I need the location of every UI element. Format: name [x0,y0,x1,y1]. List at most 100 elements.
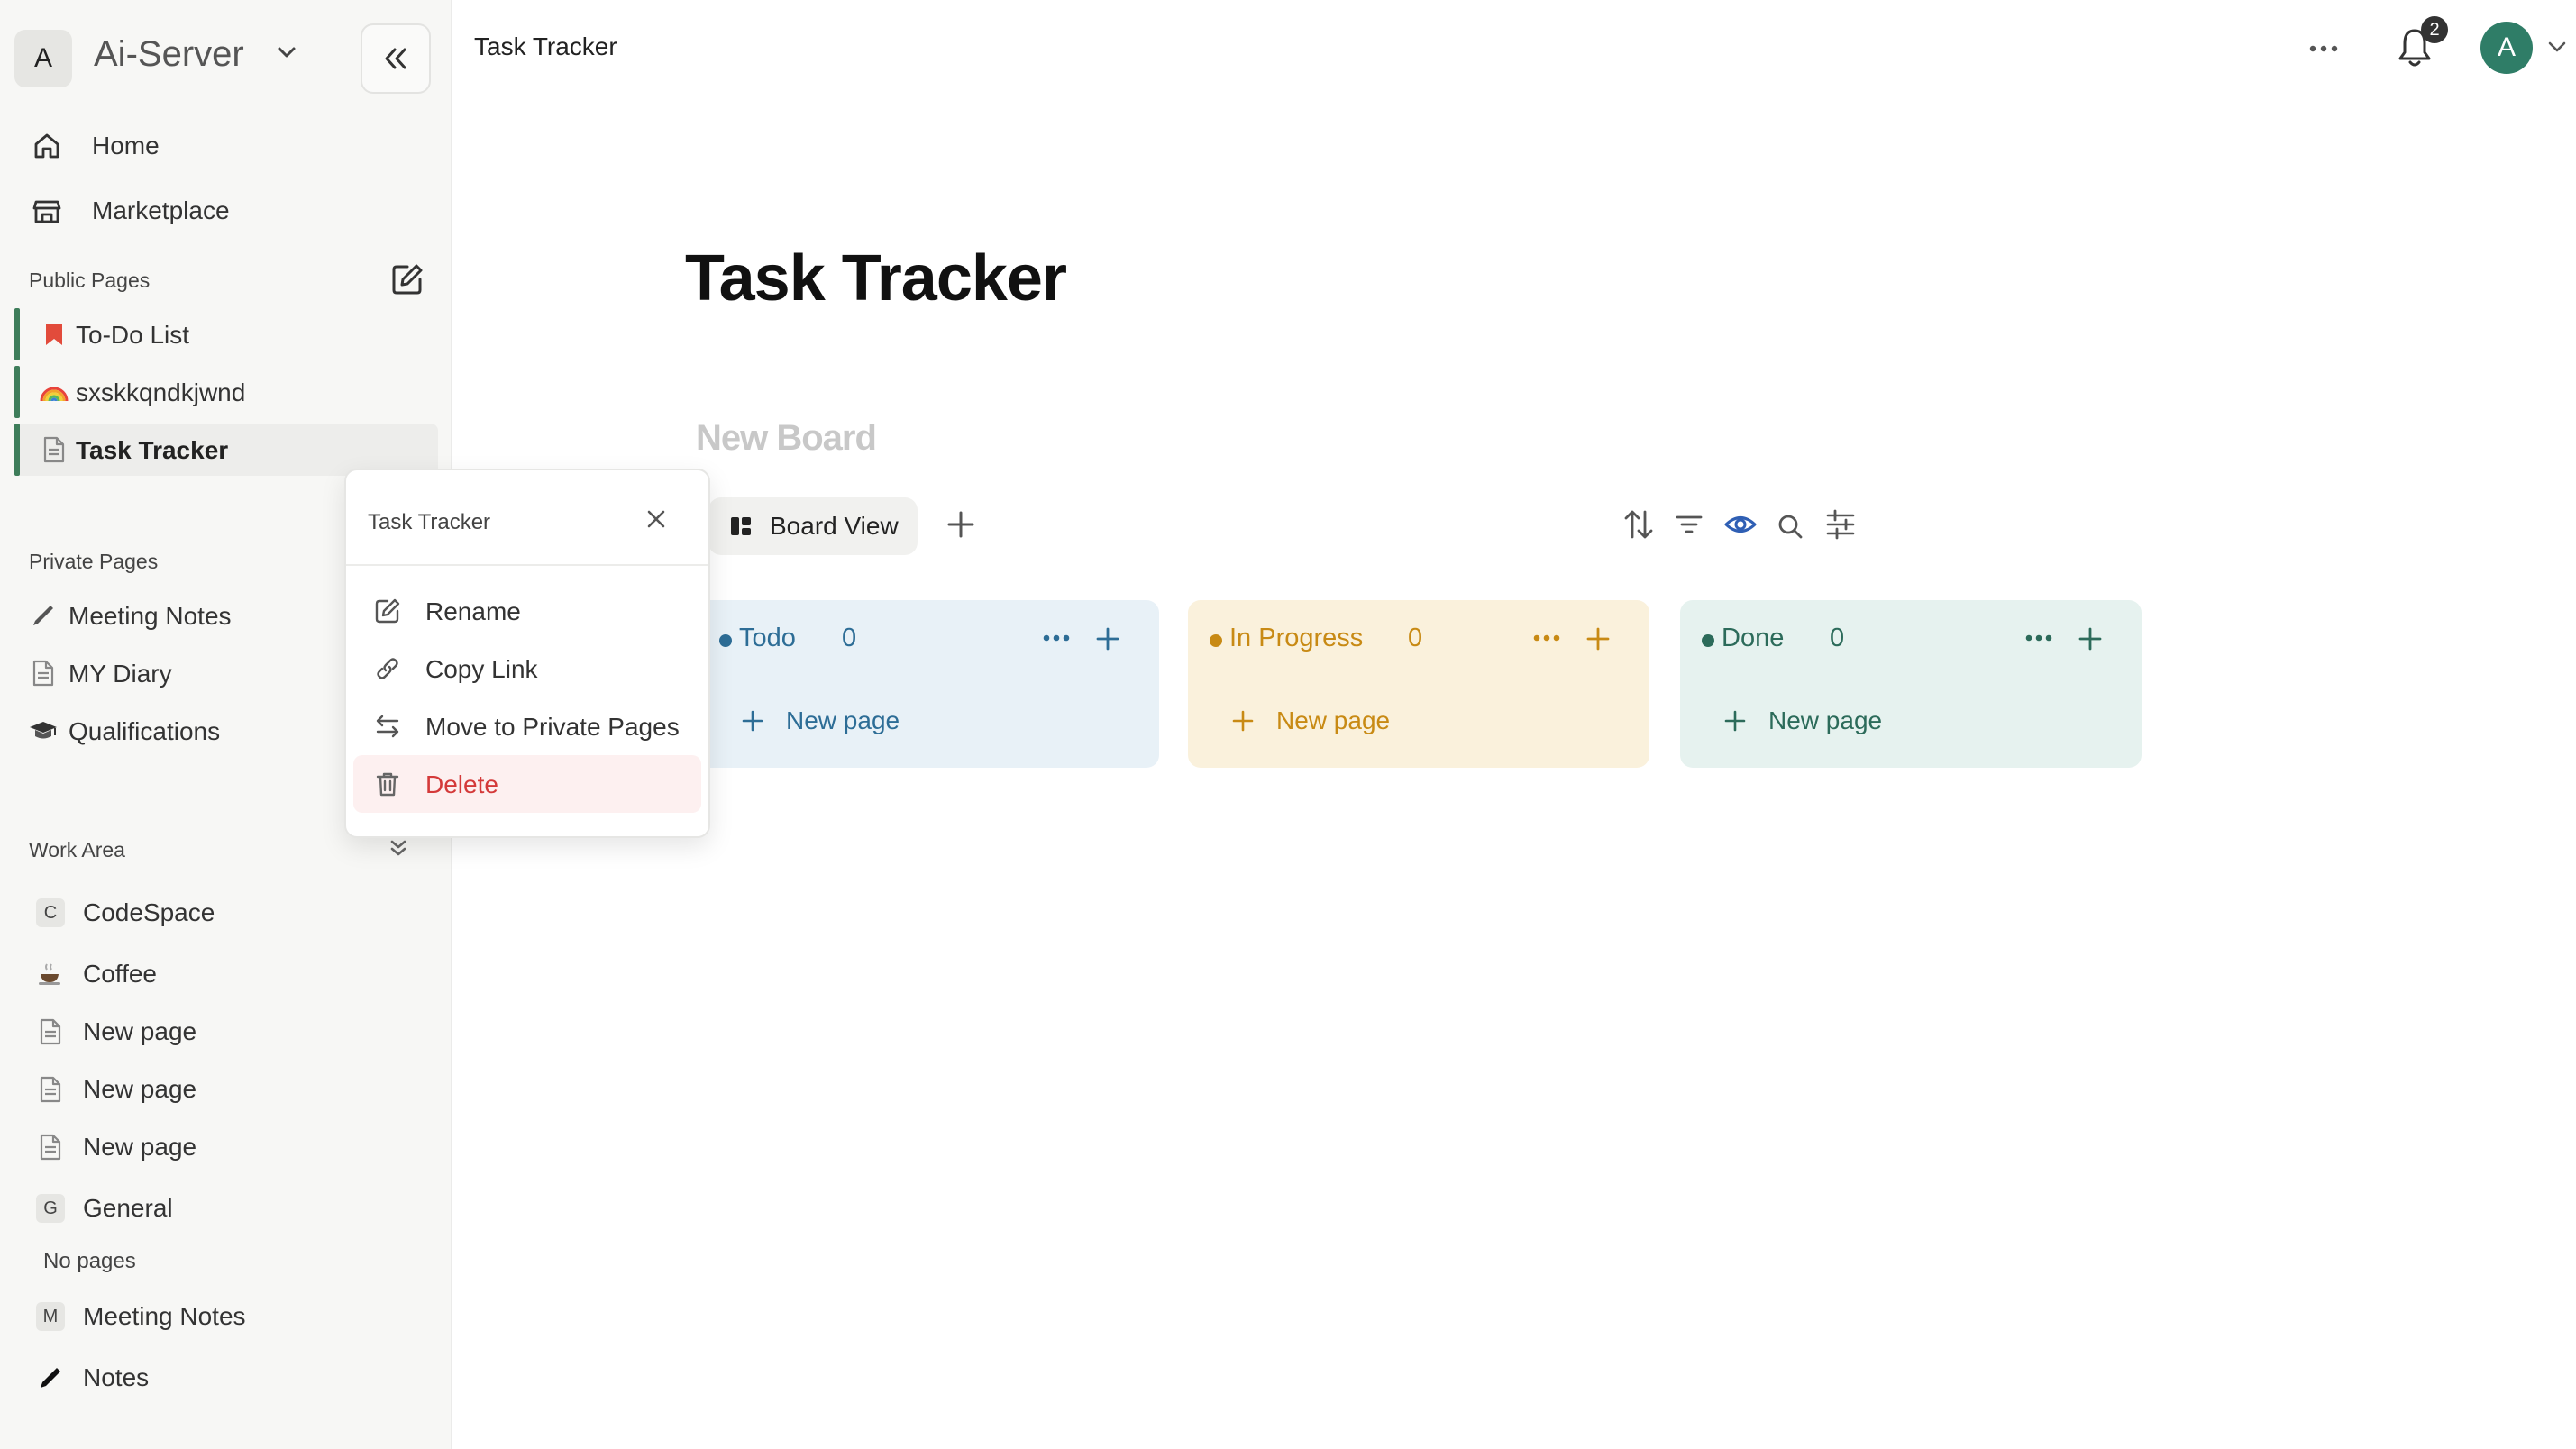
plus-icon [947,511,974,538]
double-chevron-left-icon [385,48,406,69]
sidebar-item-label: Task Tracker [76,436,229,464]
pen-icon [31,1358,70,1398]
status-dot [1210,634,1222,647]
sort-icon [1624,510,1653,539]
compose-icon [392,264,423,295]
sidebar-item-todo-list[interactable]: To-Do List [14,308,438,360]
divider [346,564,708,566]
column-title[interactable]: Done [1722,624,1784,653]
notification-count-badge: 2 [2421,16,2448,43]
plus-icon [1096,627,1119,651]
column-add-button[interactable] [1585,625,1612,652]
empty-pages-text: No pages [43,1249,136,1273]
new-page-button[interactable]: New page [1723,706,1882,735]
search-icon [1778,515,1803,539]
column-title[interactable]: In Progress [1229,624,1363,653]
store-icon [27,191,67,231]
workspace-name[interactable]: Ai-Server [94,34,244,75]
expand-work-area-button[interactable] [386,836,411,861]
sidebar-item-sxskkqndkjwnd[interactable]: sxskkqndkjwnd [14,366,438,418]
column-options-button[interactable] [1042,627,1071,649]
column-count: 0 [842,624,857,652]
menu-item-label: Copy Link [425,655,538,683]
sidebar-item-label: MY Diary [69,660,172,688]
nav-home[interactable]: Home [27,119,160,173]
coffee-icon [31,954,70,994]
tab-label: Board View [770,512,899,540]
close-icon [647,510,665,528]
status-dot [1702,634,1714,647]
column-count: 0 [1408,624,1423,652]
board-name-input[interactable]: New Board [696,418,877,459]
board-column-todo: Todo 0 New page [698,600,1159,768]
column-title[interactable]: Todo [739,624,796,653]
document-icon [31,1070,70,1109]
space-initial: G [36,1194,65,1223]
new-page-button[interactable]: New page [741,706,900,735]
add-view-button[interactable] [943,506,979,542]
menu-item-move-to-private[interactable]: Move to Private Pages [353,697,701,755]
plus-icon [742,710,763,732]
new-page-button[interactable] [389,261,425,297]
document-icon [31,1012,70,1052]
public-pages-heading: Public Pages [29,269,151,292]
collapse-sidebar-button[interactable] [361,23,431,94]
menu-item-copy-link[interactable]: Copy Link [353,640,701,697]
new-page-label: New page [786,706,900,734]
rainbow-icon [34,372,74,412]
board-column-done: Done 0 New page [1680,600,2142,768]
column-options-button[interactable] [1532,627,1561,649]
user-avatar[interactable]: A [2480,22,2533,74]
link-icon [373,654,402,683]
page-indicator [14,366,20,418]
new-page-label: New page [1276,706,1391,734]
workspace-avatar[interactable]: A [14,30,72,87]
sidebar-item-label: Coffee [83,960,157,988]
sidebar-item-label: sxskkqndkjwnd [76,378,246,406]
work-area-heading: Work Area [29,838,125,861]
filter-icon [1676,515,1703,533]
more-horizontal-icon [1043,634,1070,642]
chevron-down-icon[interactable] [2547,40,2567,54]
menu-item-label: Move to Private Pages [425,713,680,741]
filter-button[interactable] [1673,506,1705,542]
nav-marketplace[interactable]: Marketplace [27,184,230,238]
column-add-button[interactable] [1094,625,1121,652]
column-add-button[interactable] [2077,625,2104,652]
page-title[interactable]: Task Tracker [685,242,1067,315]
board-column-in-progress: In Progress 0 New page [1188,600,1649,768]
space-initial: C [36,898,65,927]
space-initial: M [36,1302,65,1331]
menu-item-delete[interactable]: Delete [353,755,701,813]
breadcrumb-title: Task Tracker [474,32,617,60]
graduation-cap-icon [25,711,61,751]
search-button[interactable] [1774,506,1806,542]
page-indicator [14,424,20,476]
settings-button[interactable] [1824,506,1857,542]
sort-button[interactable] [1622,506,1655,542]
plus-icon [1724,710,1746,732]
home-icon [27,126,67,166]
edit-icon [373,597,402,625]
new-page-button[interactable]: New page [1231,706,1390,735]
column-count: 0 [1830,624,1845,652]
swap-icon [373,712,402,741]
column-options-button[interactable] [2024,627,2053,649]
document-icon [25,653,61,693]
more-horizontal-icon [2025,634,2052,642]
double-chevron-down-icon [390,840,406,856]
menu-item-rename[interactable]: Rename [353,582,701,640]
private-pages-heading: Private Pages [29,550,159,573]
sidebar-item-label: Notes [83,1363,150,1391]
more-options-button[interactable] [2307,36,2340,61]
sidebar-item-label: New page [83,1017,197,1045]
tab-board-view[interactable]: Board View [708,497,918,555]
sidebar-item-label: Meeting Notes [69,602,232,630]
plus-icon [2078,627,2102,651]
menu-item-label: Rename [425,597,521,625]
chevron-down-icon[interactable] [276,45,297,59]
visibility-button[interactable] [1723,506,1758,542]
sidebar-item-label: New page [83,1075,197,1103]
more-horizontal-icon [1533,634,1560,642]
close-menu-button[interactable] [644,506,669,532]
